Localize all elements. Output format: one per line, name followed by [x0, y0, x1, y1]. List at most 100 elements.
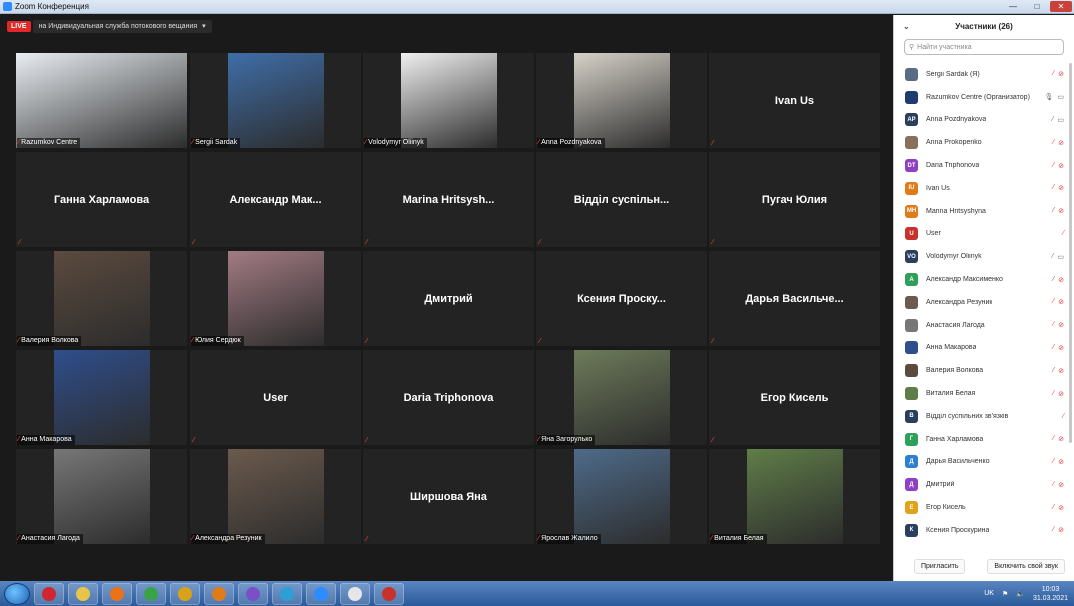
participant-status-icons: ⁄ ⊘: [1053, 435, 1064, 443]
participant-row[interactable]: К Ксения Проскурина ⁄ ⊘: [894, 519, 1074, 542]
close-button[interactable]: ✕: [1050, 1, 1072, 12]
participant-row[interactable]: A Александр Максименко ⁄ ⊘: [894, 268, 1074, 291]
participant-name: Анна Макарова: [21, 436, 72, 443]
live-stream-dropdown[interactable]: на Индивидуальная служба потокового веща…: [32, 19, 212, 33]
camera-icon: ▭: [1057, 253, 1064, 261]
participant-row[interactable]: Anna Prokopenko ⁄ ⊘: [894, 131, 1074, 154]
participant-row[interactable]: Александра Резуник ⁄ ⊘: [894, 291, 1074, 314]
participant-tile[interactable]: ⁄ Анна Макарова: [16, 350, 187, 445]
participant-tile[interactable]: Ганна Харламова ⁄: [16, 152, 187, 247]
participant-tile[interactable]: Пугач Юлия ⁄: [709, 152, 880, 247]
participant-tile[interactable]: ⁄ Анастасия Лагода: [16, 449, 187, 544]
participant-row[interactable]: Д Дарья Васильченко ⁄ ⊘: [894, 451, 1074, 474]
avatar: [905, 90, 918, 104]
app-glyph: [348, 586, 362, 601]
participant-tile[interactable]: Marina Hritsysh... ⁄: [363, 152, 534, 247]
participant-video: [16, 53, 187, 148]
participant-status-icons: ⁄ ⊘: [1053, 276, 1064, 284]
system-tray: UK ⚑ 🔈 10:03 31.03.2021: [984, 581, 1068, 606]
invite-button[interactable]: Пригласить: [914, 558, 966, 574]
participant-row[interactable]: Анастасия Лагода ⁄ ⊘: [894, 314, 1074, 337]
speaker-icon[interactable]: 🔈: [1016, 590, 1025, 598]
participant-row[interactable]: Г Ганна Харламова ⁄ ⊘: [894, 428, 1074, 451]
language-indicator[interactable]: UK: [984, 590, 994, 597]
minimize-button[interactable]: —: [1002, 1, 1024, 12]
acrobat-icon[interactable]: [374, 582, 404, 605]
participant-name-label: ⁄ Анастасия Лагода: [17, 534, 83, 544]
participant-name: Александр Максименко: [926, 276, 1003, 284]
avatar: [905, 387, 918, 401]
participant-tile[interactable]: Дарья Васильче... ⁄: [709, 251, 880, 346]
participant-tile[interactable]: Ivan Us ⁄: [709, 53, 880, 148]
participant-row[interactable]: Sergii Sardak (Я) ⁄ ⊘: [894, 63, 1074, 86]
clock[interactable]: 10:03 31.03.2021: [1033, 585, 1068, 603]
participant-tile[interactable]: ⁄ Ярослав Жалило: [536, 449, 707, 544]
participant-tile[interactable]: Відділ суспільн... ⁄: [536, 152, 707, 247]
participant-tile[interactable]: Дмитрий ⁄: [363, 251, 534, 346]
chrome-icon[interactable]: [136, 582, 166, 605]
participant-tile[interactable]: ⁄ Валерия Волкова: [16, 251, 187, 346]
participant-status-icons: ⁄: [1063, 230, 1064, 237]
participant-row[interactable]: AP Anna Pozdnyakova ⁄ ▭: [894, 109, 1074, 132]
participant-tile[interactable]: Ксения Проску... ⁄: [536, 251, 707, 346]
collapse-chevron-icon[interactable]: ⌄: [903, 22, 910, 31]
participant-tile[interactable]: ⁄ Александра Резуник: [190, 449, 361, 544]
participant-row[interactable]: Виталия Белая ⁄ ⊘: [894, 382, 1074, 405]
document-icon[interactable]: [340, 582, 370, 605]
participant-name: Ярослав Жалило: [541, 535, 598, 542]
participant-name: Яна Загорулько: [541, 436, 593, 443]
avatar: Д: [905, 478, 918, 492]
participant-row[interactable]: Валерия Волкова ⁄ ⊘: [894, 359, 1074, 382]
mic-muted-icon: ⁄: [1052, 70, 1055, 78]
participant-tile[interactable]: ⁄ Volodymyr Oliinyk: [363, 53, 534, 148]
edge-icon[interactable]: [272, 582, 302, 605]
participant-row[interactable]: Е Егор Кисель ⁄ ⊘: [894, 496, 1074, 519]
maximize-button[interactable]: □: [1026, 1, 1048, 12]
start-button[interactable]: [4, 582, 30, 605]
participant-tile[interactable]: ⁄ Razumkov Centre: [16, 53, 187, 148]
avatar: Г: [905, 432, 918, 446]
unmute-me-button[interactable]: Включить свой звук: [987, 558, 1065, 574]
participant-tile[interactable]: ⁄ Виталия Белая: [709, 449, 880, 544]
camera-off-icon: ⊘: [1058, 162, 1064, 170]
media-player-icon[interactable]: [204, 582, 234, 605]
participant-tile[interactable]: Александр Мак... ⁄: [190, 152, 361, 247]
app-glyph: [178, 586, 192, 601]
participant-search-input[interactable]: ⚲ Найти участника: [904, 39, 1064, 55]
firefox-icon[interactable]: [102, 582, 132, 605]
participant-row[interactable]: VO Volodymyr Oliinyk ⁄ ▭: [894, 245, 1074, 268]
participant-name: Daria Triphonova: [403, 391, 494, 404]
mic-muted-icon: ⁄: [1052, 321, 1055, 329]
participant-row[interactable]: IU Ivan Us ⁄ ⊘: [894, 177, 1074, 200]
participant-name: Дарья Васильче...: [745, 292, 844, 305]
flag-icon[interactable]: ⚑: [1002, 590, 1008, 598]
camera-off-icon: ⊘: [1058, 367, 1064, 375]
participant-tile[interactable]: ⁄ Anna Pozdnyakova: [536, 53, 707, 148]
file-explorer-icon[interactable]: [68, 582, 98, 605]
participant-row[interactable]: MH Marina Hritsyshyna ⁄ ⊘: [894, 200, 1074, 223]
participant-row[interactable]: U User ⁄: [894, 223, 1074, 246]
participant-row[interactable]: В Відділ суспільних зв'язків ⁄: [894, 405, 1074, 428]
participant-tile[interactable]: User ⁄: [190, 350, 361, 445]
participant-status-icons: ⁄ ⊘: [1053, 162, 1064, 170]
zoom-icon[interactable]: [306, 582, 336, 605]
participant-tile[interactable]: Егор Кисель ⁄: [709, 350, 880, 445]
participant-video: [228, 53, 324, 148]
participant-tile[interactable]: ⁄ Sergii Sardak: [190, 53, 361, 148]
participant-name: Александр Мак...: [229, 193, 322, 206]
opera-icon[interactable]: [34, 582, 64, 605]
viber-icon[interactable]: [238, 582, 268, 605]
participant-tile[interactable]: Ширшова Яна ⁄: [363, 449, 534, 544]
app-glyph: [42, 586, 56, 601]
chrome-alt-icon[interactable]: [170, 582, 200, 605]
participant-tile[interactable]: Daria Triphonova ⁄: [363, 350, 534, 445]
camera-off-icon: ⊘: [1058, 344, 1064, 352]
participant-row[interactable]: Д Дмитрий ⁄ ⊘: [894, 473, 1074, 496]
participant-name: Sergii Sardak (Я): [926, 70, 980, 78]
participant-row[interactable]: DT Daria Triphonova ⁄ ⊘: [894, 154, 1074, 177]
participant-tile[interactable]: ⁄ Юлия Сердюк: [190, 251, 361, 346]
participant-row[interactable]: Razumkov Centre (Организатор) 🎙 ▭: [894, 86, 1074, 109]
participant-tile[interactable]: ⁄ Яна Загорулько: [536, 350, 707, 445]
participant-row[interactable]: Анна Макарова ⁄ ⊘: [894, 337, 1074, 360]
participant-list-scrollbar[interactable]: [1069, 63, 1072, 443]
